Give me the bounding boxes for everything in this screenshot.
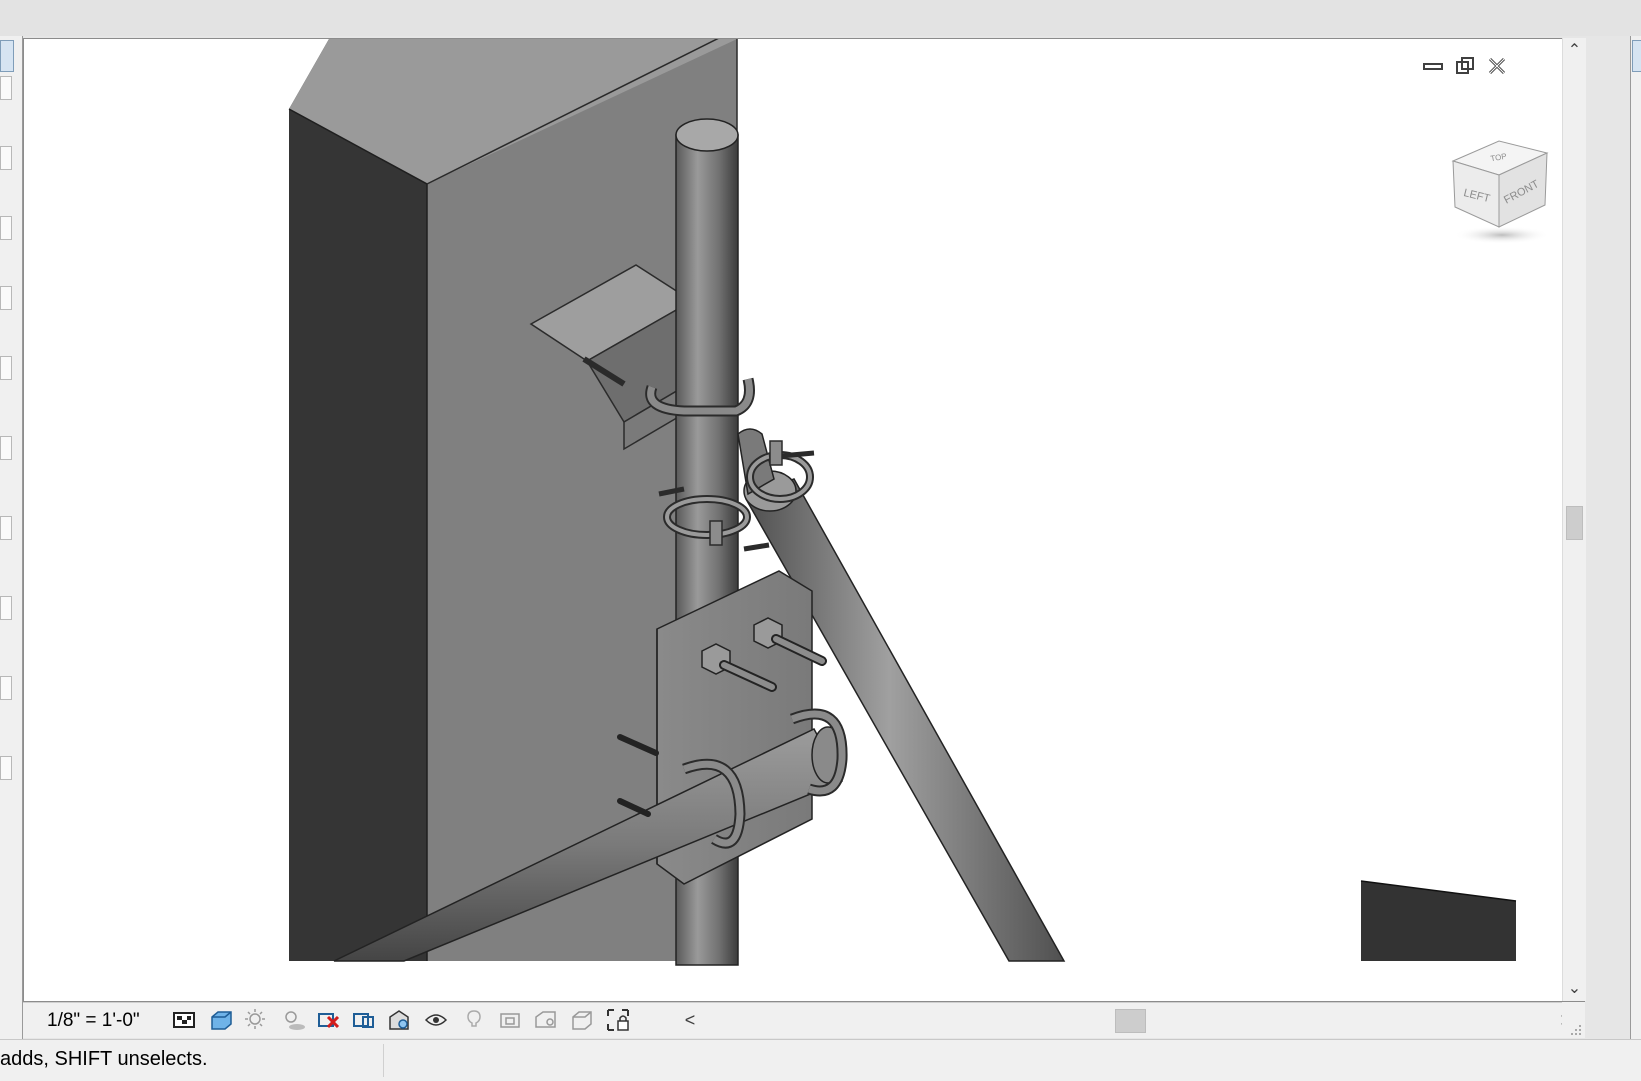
project-browser-panel[interactable]	[0, 36, 23, 1039]
vertical-scroll-thumb[interactable]	[1566, 506, 1583, 540]
restore-icon	[1456, 57, 1474, 74]
visual-style-icon[interactable]	[208, 1007, 234, 1033]
properties-panel[interactable]	[1630, 36, 1641, 1039]
panel-row[interactable]	[0, 436, 12, 460]
lock-3d-view-icon[interactable]	[605, 1007, 631, 1033]
worksharing-display-icon[interactable]	[461, 1007, 487, 1033]
shadows-icon[interactable]	[281, 1007, 307, 1033]
panel-tab[interactable]	[1632, 40, 1641, 72]
panel-row[interactable]	[0, 216, 12, 240]
panel-tab[interactable]	[0, 40, 14, 72]
highlight-displacement-icon[interactable]	[533, 1007, 559, 1033]
panel-row[interactable]	[0, 146, 12, 170]
status-message: adds, SHIFT unselects.	[0, 1048, 208, 1070]
show-crop-region-icon[interactable]	[351, 1007, 377, 1033]
title-area	[0, 0, 1641, 36]
distant-element[interactable]	[1360, 880, 1517, 961]
minimize-view-button[interactable]	[1421, 55, 1445, 77]
scroll-left-arrow-icon[interactable]: <	[680, 1008, 700, 1032]
scroll-down-arrow-icon[interactable]: ⌄	[1563, 978, 1586, 1000]
view-control-bar: 1/8" = 1'-0" <	[23, 1002, 1585, 1038]
analytical-model-icon[interactable]	[497, 1007, 523, 1033]
panel-row[interactable]	[0, 516, 12, 540]
3d-model-scene[interactable]	[24, 39, 1586, 1003]
status-bar: adds, SHIFT unselects.	[0, 1039, 1641, 1081]
temporary-hide-isolate-icon[interactable]	[387, 1007, 413, 1033]
panel-row[interactable]	[0, 756, 12, 780]
reveal-hidden-elements-icon[interactable]	[423, 1007, 449, 1033]
panel-row[interactable]	[0, 676, 12, 700]
close-icon	[1488, 57, 1506, 75]
panel-row[interactable]	[0, 356, 12, 380]
3d-view-canvas[interactable]: TOP LEFT FRONT	[23, 38, 1585, 1002]
close-view-button[interactable]	[1485, 55, 1509, 77]
panel-row[interactable]	[0, 76, 12, 100]
scroll-up-arrow-icon[interactable]: ⌃	[1563, 40, 1586, 62]
restore-view-button[interactable]	[1453, 55, 1477, 77]
view-scale-label[interactable]: 1/8" = 1'-0"	[47, 1010, 140, 1032]
minimize-icon	[1423, 63, 1443, 70]
panel-row[interactable]	[0, 286, 12, 310]
temporary-view-properties-icon[interactable]	[569, 1007, 595, 1033]
crop-view-icon[interactable]	[316, 1007, 342, 1033]
sun-path-icon[interactable]	[243, 1007, 269, 1033]
vertical-scrollbar[interactable]: ⌃ ⌄	[1562, 38, 1586, 1001]
resize-grip-icon[interactable]	[1562, 1002, 1585, 1037]
panel-row[interactable]	[0, 596, 12, 620]
viewcube[interactable]: TOP LEFT FRONT	[1447, 127, 1557, 245]
status-divider	[383, 1044, 384, 1077]
detail-level-icon[interactable]	[171, 1007, 197, 1033]
horizontal-scroll-thumb[interactable]	[1115, 1009, 1146, 1033]
